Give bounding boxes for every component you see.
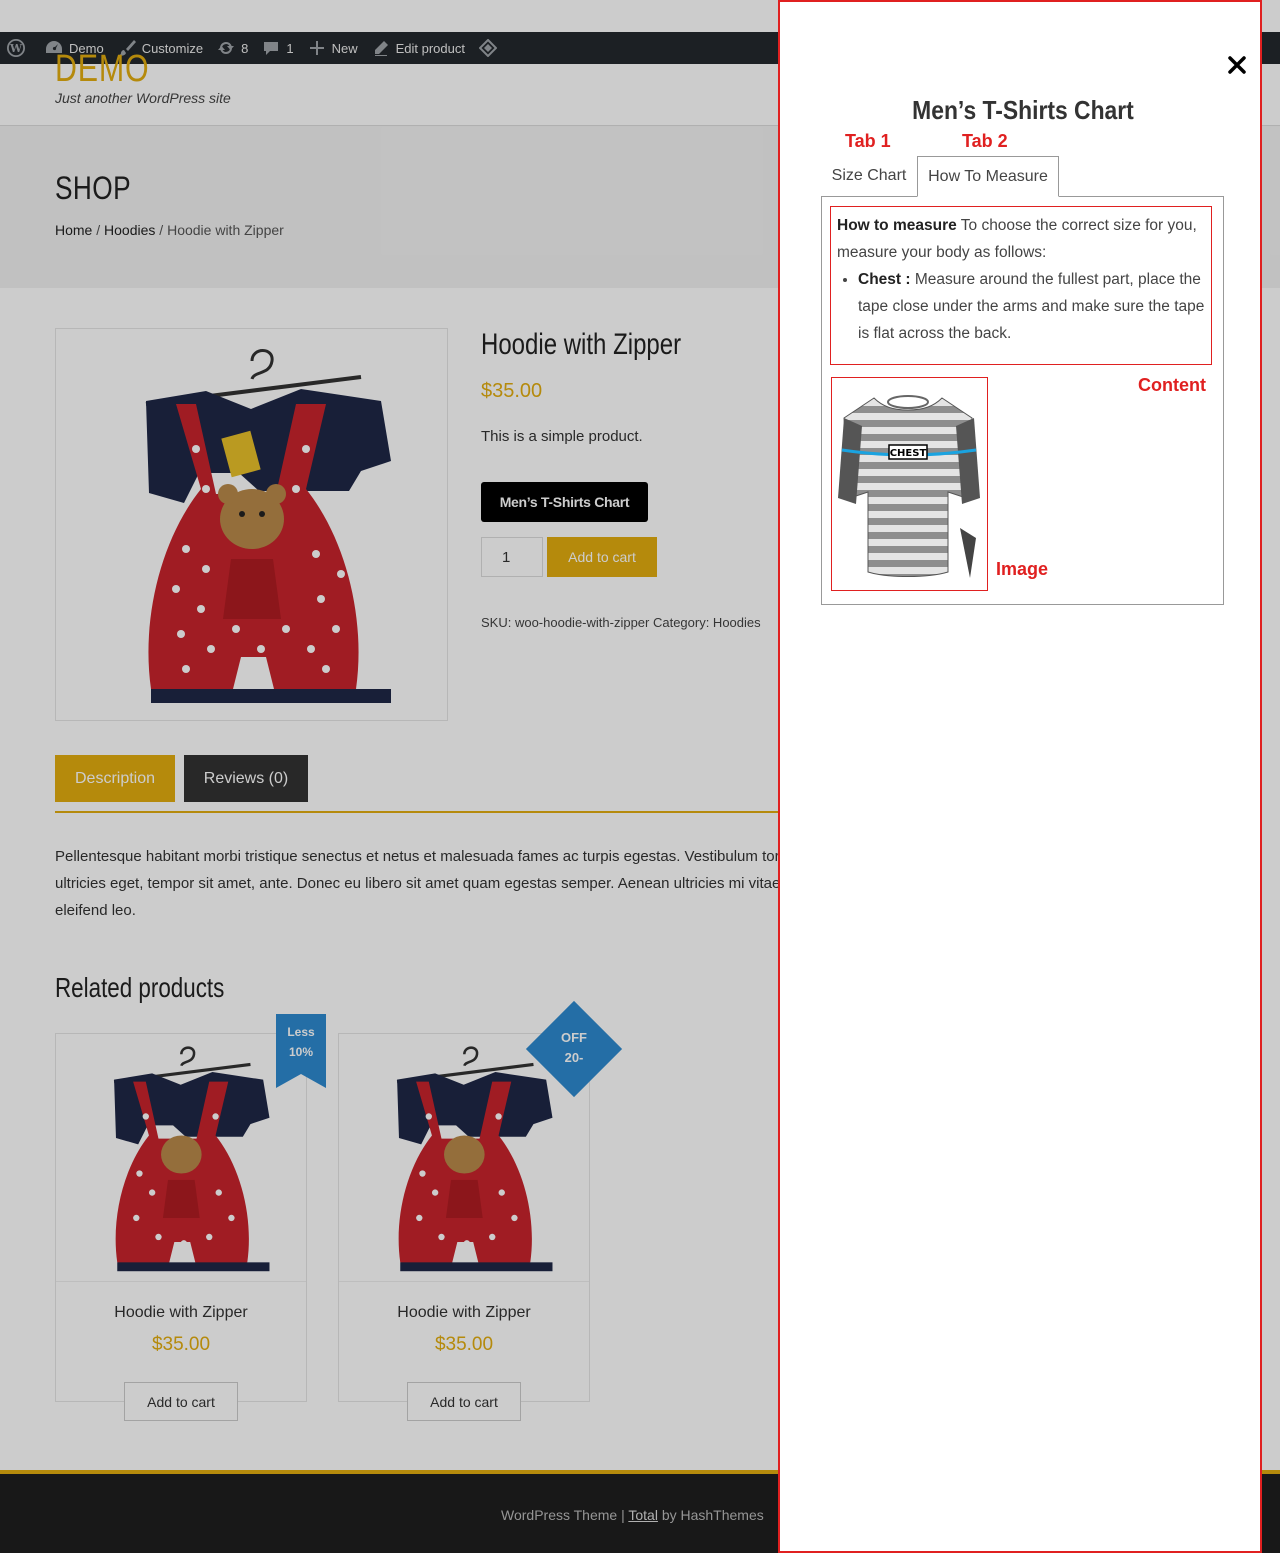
annotation-tab1: Tab 1 — [845, 131, 891, 151]
measure-content: How to measure To choose the correct siz… — [830, 206, 1212, 365]
annotation-image: Image — [996, 559, 1049, 579]
chest-label: Chest : — [858, 271, 911, 288]
tab-size-chart[interactable]: Size Chart — [821, 157, 917, 195]
close-icon[interactable] — [1226, 54, 1248, 76]
measure-list: Chest : Measure around the fullest part,… — [858, 266, 1206, 347]
measure-image: CHEST — [831, 377, 988, 591]
chest-image-label: CHEST — [890, 448, 927, 459]
annotation-content: Content — [1138, 375, 1206, 395]
size-chart-panel: Men’s T-Shirts Chart Tab 1 Tab 2 Size Ch… — [778, 0, 1262, 1553]
page: W Demo Customize 8 1 New Edit product DE… — [0, 0, 1280, 1553]
close-button[interactable] — [1226, 54, 1248, 76]
tab-content: How to measure To choose the correct siz… — [821, 196, 1224, 605]
annotation-tab2: Tab 2 — [962, 131, 1008, 151]
tshirt-chest-illustration: CHEST — [838, 395, 980, 578]
size-chart-title: Men’s T-Shirts Chart — [912, 95, 1134, 125]
size-chart-container: Men’s T-Shirts Chart Tab 1 Tab 2 Size Ch… — [821, 85, 1225, 605]
measure-list-item: Chest : Measure around the fullest part,… — [858, 266, 1206, 347]
tab-how-to-measure[interactable]: How To Measure — [917, 156, 1059, 197]
measure-heading: How to measure — [837, 217, 957, 234]
chest-text: Measure around the fullest part, place t… — [858, 271, 1205, 342]
